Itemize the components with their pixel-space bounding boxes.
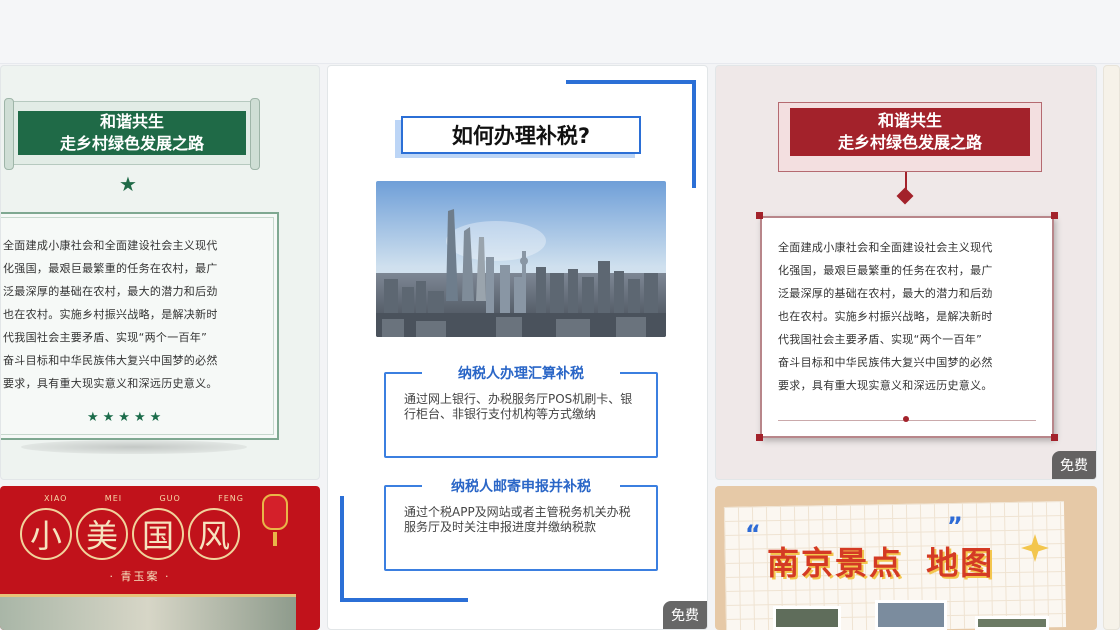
template-card-nanjing-map[interactable]: “ ” 南京景点 地图 — [715, 486, 1097, 630]
map-thumb-2 — [875, 600, 947, 630]
red-title-box: 和谐共生 走乡村绿色发展之路 — [790, 108, 1030, 156]
green-title-box: 和谐共生 走乡村绿色发展之路 — [18, 111, 246, 155]
tax-title: 如何办理补税? — [401, 116, 641, 154]
style-char-1: 小 — [20, 508, 72, 560]
template-card-partial[interactable] — [1103, 65, 1120, 630]
map-thumb-3 — [975, 616, 1049, 630]
tax-section-online: 纳税人办理汇算补税 通过网上银行、办税服务厅POS机刷卡、银行柜台、非银行支付机… — [384, 363, 658, 458]
map-thumb-1 — [773, 606, 841, 630]
template-card-red-harmony[interactable]: 和谐共生 走乡村绿色发展之路 全面建成小康社会和全面建设社会主义现代 化强国，最… — [715, 65, 1097, 480]
green-title-scroll: 和谐共生 走乡村绿色发展之路 — [4, 98, 260, 170]
style-label-1: XIAO — [44, 494, 68, 503]
red-frame-corner-tr — [1051, 212, 1058, 219]
style-char-4: 风 — [188, 508, 240, 560]
green-paragraph: 全面建成小康社会和全面建设社会主义现代 化强国，最艰巨最繁重的任务在农村，最广 … — [3, 239, 218, 390]
lantern-icon — [262, 494, 288, 530]
red-frame-corner-br — [1051, 434, 1058, 441]
green-rating-stars: ★★★★★ — [87, 410, 166, 425]
red-frame-corner-bl — [756, 434, 763, 441]
tax-section-mail-body: 通过个税APP及网站或者主管税务机关办税服务厅及时关注申报进度并缴纳税款 — [404, 505, 631, 534]
city-skyline-image — [376, 181, 666, 337]
green-star-icon: ★ — [119, 172, 137, 196]
template-card-tax-guide[interactable]: 如何办理补税? 纳税人办理汇算补税 通过网上银行、办税服务厅POS机刷卡、银行柜… — [327, 65, 708, 630]
template-card-chinese-style[interactable]: XIAO MEI GUO FENG 小 美 国 风 · 青玉案 · — [0, 486, 320, 630]
green-shadow — [21, 440, 247, 454]
red-title-line2: 走乡村绿色发展之路 — [837, 133, 982, 152]
red-frame-corner-tl — [756, 212, 763, 219]
style-chars: 小 美 国 风 — [20, 508, 240, 560]
green-title-line2: 走乡村绿色发展之路 — [59, 134, 204, 153]
green-title-line1: 和谐共生 — [99, 112, 164, 131]
tax-section-online-body: 通过网上银行、办税服务厅POS机刷卡、银行柜台、非银行支付机构等方式缴纳 — [404, 392, 633, 421]
style-label-3: GUO — [159, 494, 181, 503]
style-labels: XIAO MEI GUO FENG — [44, 494, 244, 503]
map-title: 南京景点 地图 — [767, 538, 994, 584]
quote-open-icon: “ — [745, 520, 761, 548]
tax-section-mail: 纳税人邮寄申报并补税 通过个税APP及网站或者主管税务机关办税服务厅及时关注申报… — [384, 476, 658, 571]
free-badge: 免费 — [663, 601, 707, 629]
tax-section-mail-title: 纳税人邮寄申报并补税 — [451, 479, 591, 495]
red-title-line1: 和谐共生 — [877, 111, 942, 130]
top-bar — [0, 0, 1120, 64]
template-card-green-harmony[interactable]: 和谐共生 走乡村绿色发展之路 ★ 全面建成小康社会和全面建设社会主义现代 化强国… — [0, 65, 320, 480]
free-badge: 免费 — [1052, 451, 1096, 479]
style-char-2: 美 — [76, 508, 128, 560]
style-label-2: MEI — [104, 494, 123, 503]
map-title-part1: 南京景点 — [767, 544, 904, 582]
quote-close-icon: ” — [947, 512, 963, 540]
map-title-part2: 地图 — [926, 544, 995, 582]
red-diamond-icon — [896, 187, 914, 205]
style-photo-frame — [0, 594, 296, 630]
style-label-4: FENG — [218, 494, 244, 503]
style-subtitle: · 青玉案 · — [109, 570, 171, 583]
lantern-tassel-icon — [273, 532, 277, 546]
red-bottom-dot — [903, 416, 909, 422]
style-char-3: 国 — [132, 508, 184, 560]
tax-section-online-title: 纳税人办理汇算补税 — [458, 366, 584, 382]
red-paragraph: 全面建成小康社会和全面建设社会主义现代 化强国，最艰巨最繁重的任务在农村，最广 … — [778, 241, 993, 392]
